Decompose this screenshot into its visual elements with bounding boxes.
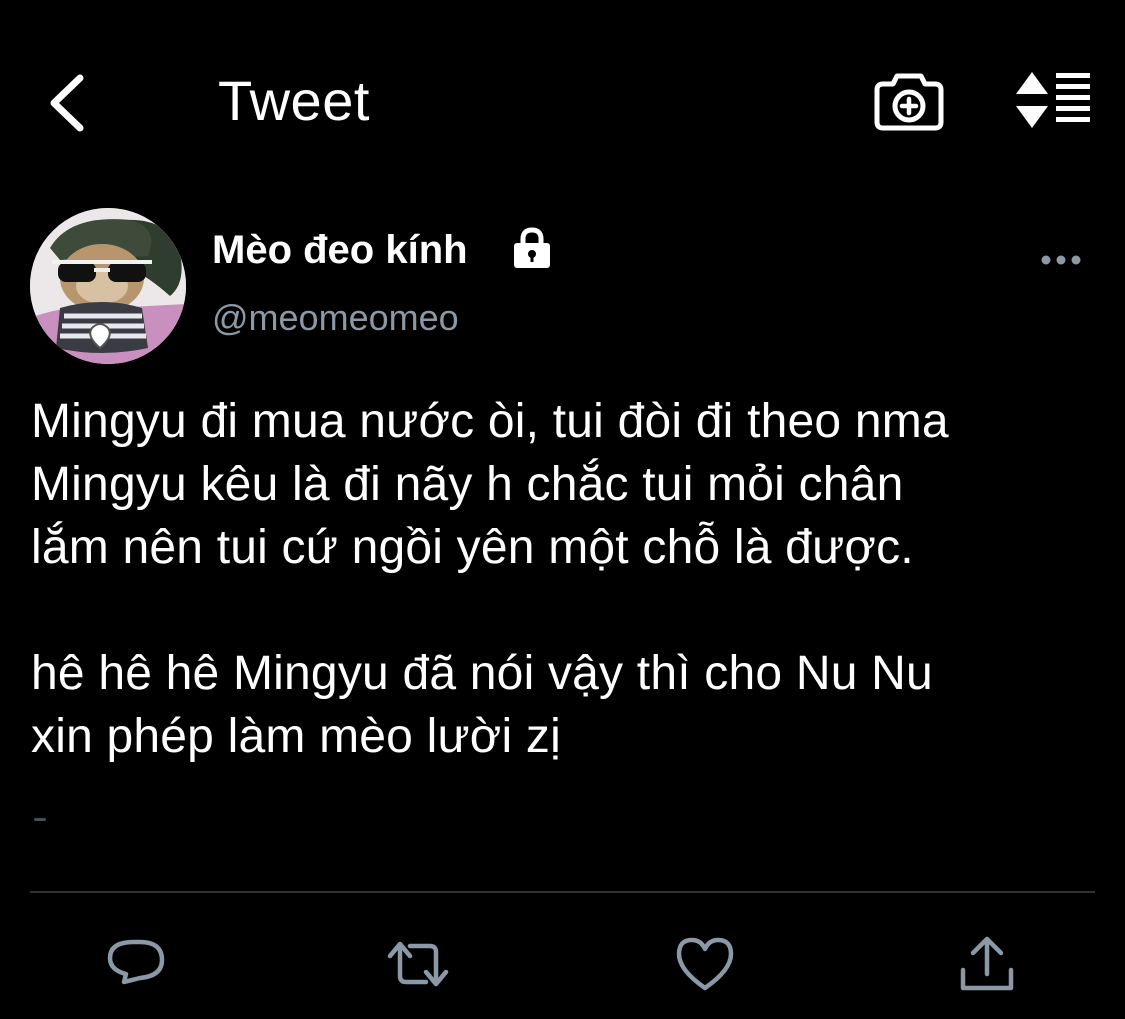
retweet-icon bbox=[387, 941, 449, 987]
lock-icon bbox=[510, 226, 554, 270]
sort-button[interactable] bbox=[1012, 70, 1094, 130]
more-options-button[interactable] bbox=[1036, 242, 1086, 278]
sort-lines-icon bbox=[1016, 72, 1090, 128]
page-title: Tweet bbox=[218, 69, 370, 132]
share-button[interactable] bbox=[955, 932, 1019, 996]
cat-avatar-icon bbox=[30, 208, 186, 364]
reply-icon bbox=[107, 939, 165, 985]
camera-add-icon bbox=[874, 73, 944, 131]
avatar[interactable] bbox=[30, 208, 186, 364]
back-button[interactable] bbox=[40, 68, 100, 138]
reply-button[interactable] bbox=[104, 932, 168, 996]
share-icon bbox=[960, 936, 1014, 991]
tweet-line: hê hê hê Mingyu đã nói vậy thì cho Nu Nu bbox=[31, 647, 933, 700]
like-button[interactable] bbox=[673, 932, 737, 996]
more-horizontal-icon bbox=[1041, 255, 1081, 265]
tweet-line: Mingyu đi mua nước òi, tui đòi đi theo n… bbox=[31, 395, 949, 448]
top-nav-bar: Tweet bbox=[0, 0, 1125, 200]
divider bbox=[30, 891, 1095, 893]
retweet-button[interactable] bbox=[386, 932, 450, 996]
heart-icon bbox=[676, 937, 734, 991]
tweet-line: lắm nên tui cứ ngồi yên một chỗ là được. bbox=[31, 521, 914, 574]
tweet-line: Mingyu kêu là đi nãy h chắc tui mỏi chân bbox=[31, 458, 904, 511]
faint-mark bbox=[34, 818, 46, 821]
camera-button[interactable] bbox=[873, 68, 945, 134]
author-display-name[interactable]: Mèo đeo kính bbox=[212, 226, 468, 274]
tweet-detail-screen: Tweet Mèo đeo kính @meomeomeo Mingyu đi … bbox=[0, 0, 1125, 1019]
tweet-text: Mingyu đi mua nước òi, tui đòi đi theo n… bbox=[31, 390, 1116, 768]
tweet-line: xin phép làm mèo lười zị bbox=[31, 710, 561, 763]
chevron-left-icon bbox=[50, 74, 84, 132]
author-handle[interactable]: @meomeomeo bbox=[212, 296, 459, 340]
